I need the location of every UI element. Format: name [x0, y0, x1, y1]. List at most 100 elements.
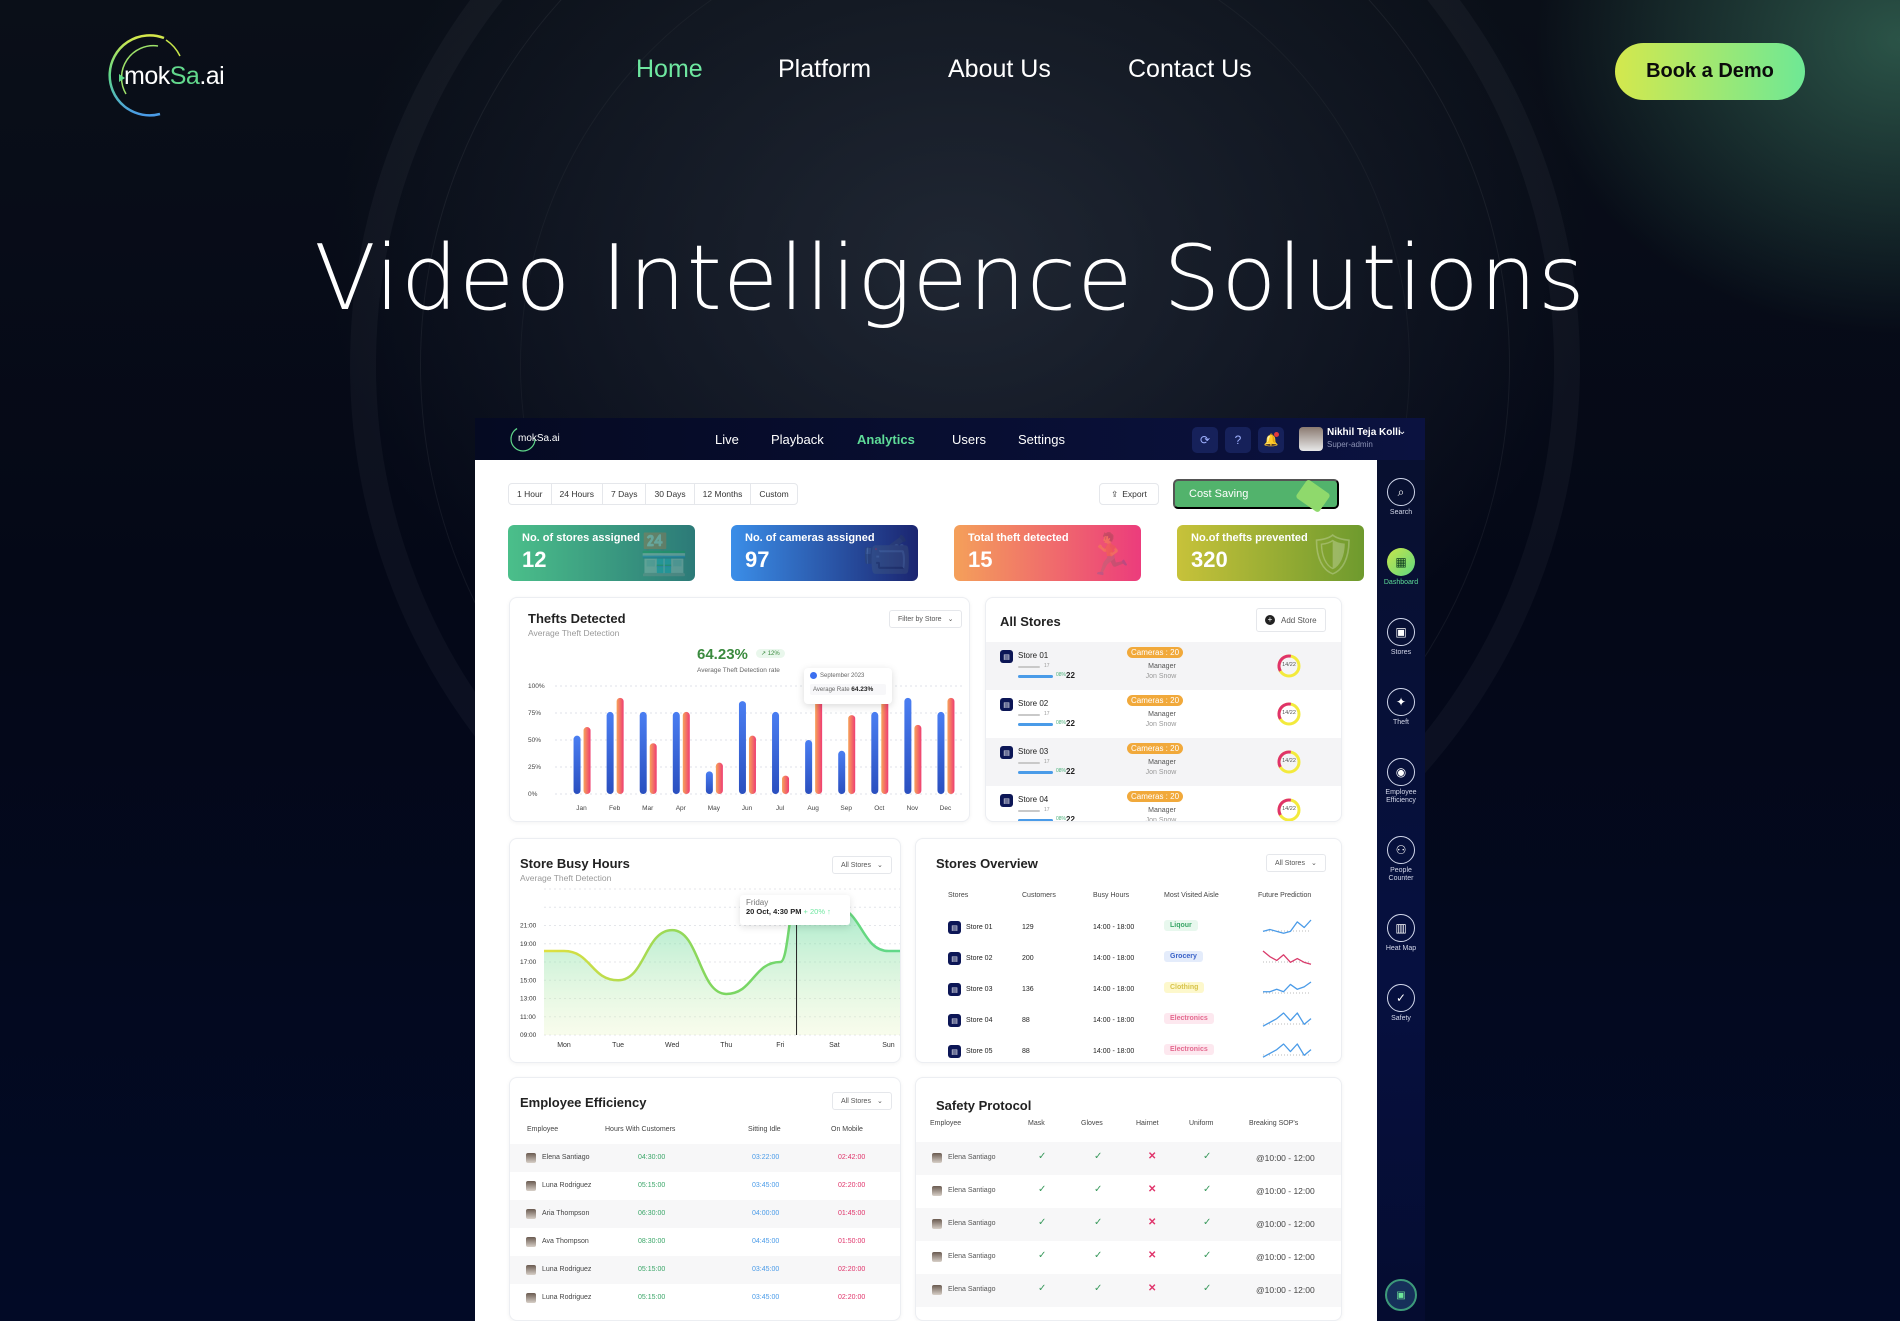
tab-settings[interactable]: Settings	[1018, 432, 1065, 447]
bar-red-dec[interactable]	[947, 697, 955, 794]
sidebar-item-heat-map[interactable]: ▥ Heat Map	[1377, 914, 1425, 953]
bar-blue-sep[interactable]	[838, 750, 846, 794]
bar-red-jun[interactable]	[748, 735, 756, 794]
bar-blue-mar[interactable]	[639, 711, 647, 794]
bar-red-aug[interactable]	[815, 697, 823, 794]
table-row[interactable]: ▤ Store 05 88 14:00 - 18:00 Electronics	[916, 1039, 1341, 1062]
shield-icon: 🛡	[1307, 533, 1358, 577]
range-12-months[interactable]: 12 Months	[695, 484, 752, 504]
tab-analytics[interactable]: Analytics	[857, 432, 915, 447]
table-row[interactable]: Luna Rodriguez 05:15:00 03:45:00 02:20:00	[510, 1256, 900, 1284]
bar-blue-oct[interactable]	[871, 711, 879, 794]
column-header: Hours With Customers	[605, 1126, 676, 1133]
nav-contact-us[interactable]: Contact Us	[1128, 55, 1252, 84]
busy-hours-value: 14:00 - 18:00	[1093, 924, 1135, 931]
notification-bell-icon[interactable]: 🔔	[1258, 427, 1284, 453]
store-row[interactable]: ▤ Store 01 17 08% 22 Cameras : 20 Manager Jon S…	[986, 642, 1341, 690]
nav-home[interactable]: Home	[636, 55, 703, 84]
add-store-button[interactable]: + Add Store	[1256, 608, 1326, 632]
help-icon[interactable]: ?	[1225, 427, 1251, 453]
bar-blue-jun[interactable]	[738, 701, 746, 794]
sidebar-item-employee-efficiency[interactable]: ◉ Employee Efficiency	[1377, 758, 1425, 805]
table-row[interactable]: ▤ Store 03 136 14:00 - 18:00 Clothing	[916, 977, 1341, 1005]
column-header[interactable]: Most Visited Aisle	[1164, 892, 1219, 899]
store-row[interactable]: ▤ Store 02 17 08% 22 Cameras : 20 Manager Jon S…	[986, 690, 1341, 738]
nav-platform[interactable]: Platform	[778, 55, 871, 84]
bar-red-apr[interactable]	[682, 711, 690, 794]
bar-blue-may[interactable]	[705, 771, 713, 794]
range-30-days[interactable]: 30 Days	[646, 484, 695, 504]
dashboard-logo[interactable]: mokSa.ai	[508, 424, 568, 454]
bar-red-jul[interactable]	[782, 775, 790, 794]
sidebar-item-people-counter[interactable]: ⚇ People Counter	[1377, 836, 1425, 883]
user-name[interactable]: Nikhil Teja Kolli	[1327, 427, 1401, 438]
bar-red-mar[interactable]	[649, 743, 657, 794]
on-mobile: 02:42:00	[838, 1154, 866, 1161]
kpi-card[interactable]: No.of thefts prevented 320 🛡	[1177, 525, 1364, 581]
table-row[interactable]: Elena Santiago ✓ ✓ ✕ ✓ @10:00 - 12:00	[916, 1208, 1341, 1241]
table-row[interactable]: Elena Santiago 04:30:00 03:22:00 02:42:00	[510, 1144, 900, 1172]
table-row[interactable]: ▤ Store 01 129 14:00 - 18:00 Liqour	[916, 915, 1341, 943]
cost-saving-button[interactable]: Cost Saving	[1173, 478, 1339, 514]
stores-overview-dropdown[interactable]: All Stores ⌄	[1266, 854, 1326, 872]
range-1-hour[interactable]: 1 Hour	[509, 484, 552, 504]
tab-live[interactable]: Live	[715, 432, 739, 447]
column-header[interactable]: Busy Hours	[1093, 892, 1129, 899]
column-header[interactable]: Future Prediction	[1258, 892, 1311, 899]
kpi-card[interactable]: No. of cameras assigned 97 📹	[731, 525, 918, 581]
bar-red-jan[interactable]	[583, 727, 591, 794]
bar-blue-feb[interactable]	[606, 711, 614, 794]
table-row[interactable]: Elena Santiago ✓ ✓ ✕ ✓ @10:00 - 12:00	[916, 1274, 1341, 1307]
check-icon: ✓	[1203, 1151, 1212, 1162]
export-button[interactable]: ⇪ Export	[1099, 483, 1159, 505]
column-header: Hairnet	[1136, 1120, 1159, 1127]
bar-blue-apr[interactable]	[672, 711, 680, 794]
sidebar-item-safety[interactable]: ✓ Safety	[1377, 984, 1425, 1023]
sidebar-item-search[interactable]: ⌕ Search	[1377, 478, 1425, 517]
chevron-down-icon[interactable]: ⌄	[1398, 426, 1406, 437]
bar-blue-nov[interactable]	[904, 697, 912, 794]
table-row[interactable]: ▤ Store 02 200 14:00 - 18:00 Grocery	[916, 946, 1341, 974]
range-custom[interactable]: Custom	[751, 484, 796, 504]
tab-playback[interactable]: Playback	[771, 432, 824, 447]
tab-users[interactable]: Users	[952, 432, 986, 447]
kpi-card[interactable]: No. of stores assigned 12 🏪	[508, 525, 695, 581]
range-7-days[interactable]: 7 Days	[603, 484, 647, 504]
range-24-hours[interactable]: 24 Hours	[552, 484, 604, 504]
table-row[interactable]: Luna Rodriguez 05:15:00 03:45:00 02:20:00	[510, 1284, 900, 1312]
table-row[interactable]: Elena Santiago ✓ ✓ ✕ ✓ @10:00 - 12:00	[916, 1142, 1341, 1175]
sidebar-item-dashboard[interactable]: ▦ Dashboard	[1377, 548, 1425, 587]
table-row[interactable]: ▤ Store 04 88 14:00 - 18:00 Electronics	[916, 1008, 1341, 1036]
user-avatar[interactable]	[1299, 427, 1323, 451]
kpi-card[interactable]: Total theft detected 15 🏃	[954, 525, 1141, 581]
bar-blue-jul[interactable]	[772, 711, 780, 794]
bar-blue-jan[interactable]	[573, 735, 581, 794]
bar-red-oct[interactable]	[881, 697, 889, 794]
refresh-icon[interactable]: ⟳	[1192, 427, 1218, 453]
cross-icon: ✕	[1148, 1151, 1157, 1162]
table-row[interactable]: Ava Thompson 08:30:00 04:45:00 01:50:00	[510, 1228, 900, 1256]
x-tick-label: Jan	[576, 805, 587, 812]
camera-status-icon[interactable]: ▣	[1385, 1279, 1417, 1311]
sidebar-item-theft[interactable]: ✦ Theft	[1377, 688, 1425, 727]
store-row[interactable]: ▤ Store 04 17 08% 22 Cameras : 20 Manager Jon S…	[986, 786, 1341, 821]
table-row[interactable]: Elena Santiago ✓ ✓ ✕ ✓ @10:00 - 12:00	[916, 1241, 1341, 1274]
column-header[interactable]: Stores	[948, 892, 968, 899]
store-row[interactable]: ▤ Store 03 17 08% 22 Cameras : 20 Manager Jon S…	[986, 738, 1341, 786]
table-row[interactable]: Luna Rodriguez 05:15:00 03:45:00 02:20:00	[510, 1172, 900, 1200]
table-row[interactable]: Elena Santiago ✓ ✓ ✕ ✓ @10:00 - 12:00	[916, 1175, 1341, 1208]
sidebar-item-stores[interactable]: ▣ Stores	[1377, 618, 1425, 657]
bar-blue-aug[interactable]	[805, 740, 813, 794]
bar-red-sep[interactable]	[848, 715, 856, 794]
bar-red-feb[interactable]	[616, 697, 624, 794]
column-header: On Mobile	[831, 1126, 863, 1133]
book-demo-button[interactable]: Book a Demo	[1615, 43, 1805, 100]
tooltip-label: Average Rate	[813, 687, 850, 693]
column-header[interactable]: Customers	[1022, 892, 1056, 899]
bar-blue-dec[interactable]	[937, 711, 945, 794]
nav-about-us[interactable]: About Us	[948, 55, 1051, 84]
employee-store-dropdown[interactable]: All Stores ⌄	[832, 1092, 892, 1110]
table-row[interactable]: Aria Thompson 06:30:00 04:00:00 01:45:00	[510, 1200, 900, 1228]
bar-red-nov[interactable]	[914, 724, 922, 794]
bar-red-may[interactable]	[715, 762, 723, 794]
